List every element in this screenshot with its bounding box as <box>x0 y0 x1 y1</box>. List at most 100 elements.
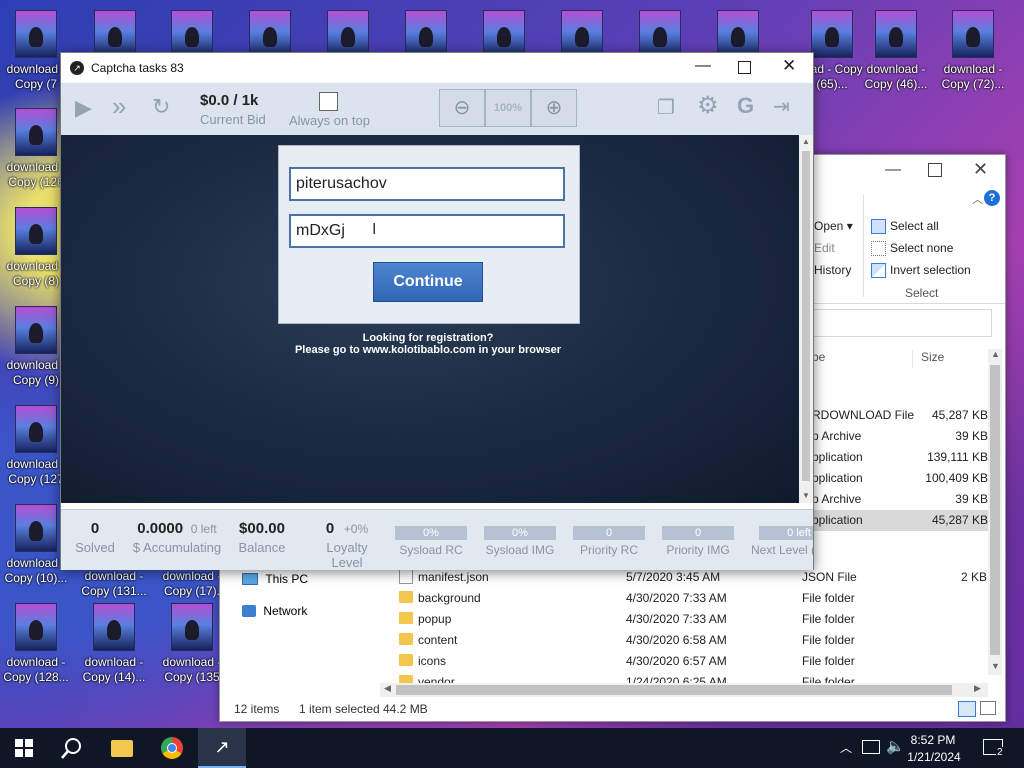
file-thumbnail-icon <box>15 10 57 58</box>
file-thumbnail-icon <box>249 10 291 58</box>
desktop-icon[interactable]: download - Copy (46)... <box>860 10 932 92</box>
vertical-scrollbar[interactable]: ▲ ▼ <box>799 135 813 503</box>
table-row[interactable]: background 4/30/2020 7:33 AM File folder <box>380 588 990 609</box>
scroll-left-icon[interactable]: ◀ <box>384 683 391 694</box>
history-button[interactable]: History <box>814 263 851 277</box>
table-row[interactable]: p Archive 39 KB <box>812 489 990 510</box>
large-icons-view-icon[interactable] <box>980 701 996 715</box>
file-explorer-taskbar-button[interactable] <box>98 728 146 768</box>
registration-notice: Looking for registration? Please go to w… <box>278 332 578 356</box>
registration-line: Looking for registration? <box>362 332 494 344</box>
scroll-down-icon[interactable]: ▼ <box>991 661 1000 671</box>
folder-icon <box>399 675 413 683</box>
refresh-icon[interactable]: ↻ <box>152 96 170 118</box>
scrollbar-thumb[interactable] <box>990 365 1000 655</box>
fast-forward-icon[interactable]: » <box>112 93 126 119</box>
gear-icon[interactable]: ⚙ <box>697 94 719 118</box>
logout-icon[interactable]: ⇥ <box>773 96 790 118</box>
password-field[interactable] <box>289 214 565 248</box>
desktop-icon[interactable]: download - Copy (128... <box>0 603 72 685</box>
table-row[interactable]: pplication 100,409 KB <box>812 468 990 489</box>
file-thumbnail-icon <box>952 10 994 58</box>
file-thumbnail-icon <box>875 10 917 58</box>
scroll-down-icon[interactable]: ▼ <box>802 491 810 500</box>
zoom-in-icon[interactable]: ⊕ <box>531 89 577 127</box>
desktop-icon[interactable]: download - Copy (135 <box>156 603 228 685</box>
nav-item-network[interactable]: Network <box>242 603 307 618</box>
table-row[interactable]: icons 4/30/2020 6:57 AM File folder <box>380 651 990 672</box>
stat-balance: $00.00 Balance <box>238 520 286 555</box>
scrollbar-thumb[interactable] <box>396 685 952 695</box>
sysload-rc-bar: 0% <box>395 526 467 540</box>
file-list: manifest.json 5/7/2020 3:45 AM JSON File 2 … <box>380 567 990 683</box>
desktop-icon[interactable]: download - Copy (131... <box>78 569 150 599</box>
horizontal-scrollbar[interactable]: ◀ ▶ <box>380 683 988 697</box>
select-all-icon <box>871 219 886 234</box>
close-icon[interactable]: ✕ <box>973 159 988 180</box>
zoom-level[interactable]: 100% <box>485 89 531 127</box>
file-thumbnail-icon <box>93 603 135 651</box>
details-view-icon[interactable] <box>958 701 976 717</box>
search-button[interactable] <box>48 728 96 768</box>
current-bid-value: $0.0 / 1k <box>200 92 259 109</box>
minimize-icon[interactable]: — <box>885 161 901 179</box>
select-none-button[interactable]: Select none <box>890 241 953 255</box>
scrollbar-thumb[interactable] <box>802 151 810 481</box>
table-row[interactable]: manifest.json 5/7/2020 3:45 AM JSON File 2 … <box>380 567 990 588</box>
vertical-scrollbar[interactable]: ▲ ▼ <box>988 349 1002 675</box>
window-mode-icon[interactable]: ❐ <box>657 97 675 119</box>
desktop-icon[interactable]: download - Copy (14)... <box>78 603 150 685</box>
close-icon[interactable]: ✕ <box>782 56 796 76</box>
play-icon[interactable]: ▶ <box>75 97 92 119</box>
always-on-top-checkbox[interactable] <box>319 92 338 111</box>
table-row[interactable]: RDOWNLOAD File 45,287 KB <box>812 405 990 426</box>
show-hidden-icons-icon[interactable]: ︿ <box>840 739 852 756</box>
file-thumbnail-icon <box>171 10 213 58</box>
minimize-icon[interactable]: — <box>695 57 711 75</box>
start-button[interactable] <box>0 728 48 768</box>
select-all-button[interactable]: Select all <box>890 219 939 233</box>
app-logo-icon: ↗ <box>214 736 230 757</box>
taskbar: ↗ ︿ 🔈 8:52 PM 1/21/2024 2 <box>0 728 1024 768</box>
username-field[interactable] <box>289 167 565 201</box>
help-icon[interactable]: ? <box>984 190 1000 206</box>
network-icon[interactable] <box>862 740 880 754</box>
captcha-taskbar-button[interactable]: ↗ <box>198 728 246 768</box>
registration-line: Please go to www.kolotibablo.com in your… <box>294 344 562 356</box>
chrome-taskbar-button[interactable] <box>148 728 196 768</box>
desktop-icon[interactable]: download - Copy (72)... <box>937 10 1009 92</box>
priority-img-bar: 0 <box>662 526 734 540</box>
clock-time[interactable]: 8:52 PM <box>908 733 958 747</box>
scroll-up-icon[interactable]: ▲ <box>991 349 1000 359</box>
clock-date[interactable]: 1/21/2024 <box>906 750 962 764</box>
scroll-up-icon[interactable]: ▲ <box>802 137 810 146</box>
maximize-icon[interactable] <box>928 163 942 177</box>
maximize-icon[interactable] <box>738 61 751 74</box>
continue-button[interactable]: Continue <box>373 262 483 302</box>
scroll-right-icon[interactable]: ▶ <box>974 683 981 694</box>
table-row[interactable]: vendor 1/24/2020 6:25 AM File folder <box>380 672 990 683</box>
priority-img-label: Priority IMG <box>666 543 730 557</box>
file-thumbnail-icon <box>94 10 136 58</box>
column-type[interactable]: pe <box>812 350 825 364</box>
next-level-label: Next Level ( <box>751 543 813 557</box>
volume-icon[interactable]: 🔈 <box>886 737 905 755</box>
column-size[interactable]: Size <box>921 350 944 364</box>
table-row[interactable]: content 4/30/2020 6:58 AM File folder <box>380 630 990 651</box>
zoom-out-icon[interactable]: ⊖ <box>439 89 485 127</box>
folder-icon <box>399 633 413 645</box>
table-row[interactable]: pplication 139,111 KB <box>812 447 990 468</box>
edit-button[interactable]: Edit <box>814 241 835 255</box>
table-row[interactable]: p Archive 39 KB <box>812 426 990 447</box>
selection-size: 44.2 MB <box>383 702 428 716</box>
open-button[interactable]: Open ▾ <box>814 219 853 233</box>
google-icon[interactable]: G <box>737 95 754 117</box>
search-box[interactable] <box>812 309 992 337</box>
desktop-icon[interactable]: download - Copy (17). <box>156 569 228 599</box>
priority-rc-bar: 0 <box>573 526 645 540</box>
nav-item-this-pc[interactable]: This PC <box>242 571 308 586</box>
table-row[interactable]: popup 4/30/2020 7:33 AM File folder <box>380 609 990 630</box>
collapse-ribbon-icon[interactable]: ︿ <box>972 191 983 207</box>
invert-selection-button[interactable]: Invert selection <box>890 263 971 277</box>
table-row-selected[interactable]: pplication 45,287 KB <box>812 510 990 531</box>
